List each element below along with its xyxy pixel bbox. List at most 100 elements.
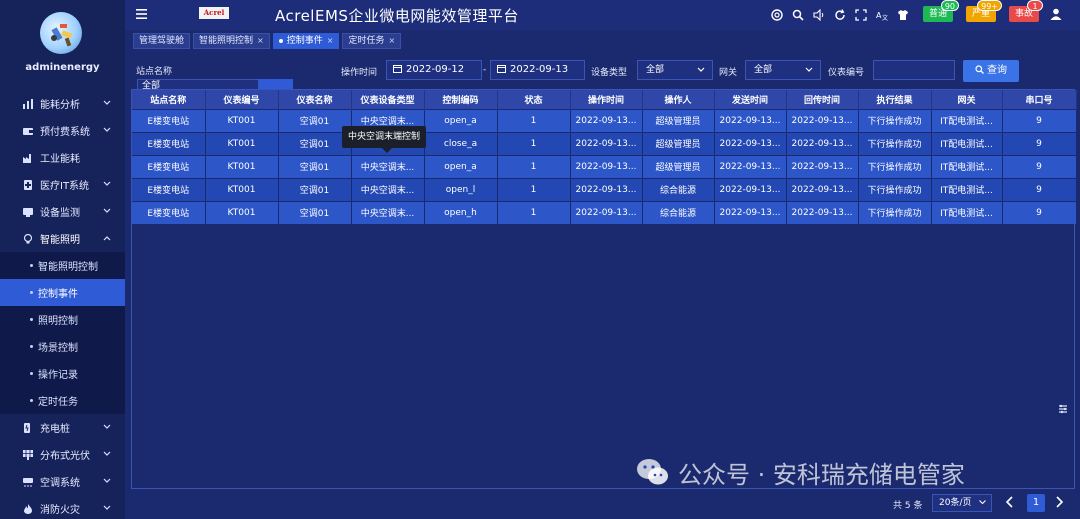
column-header[interactable]: 操作人 bbox=[642, 90, 715, 109]
alarm-serious-button[interactable]: 严重 99+ bbox=[966, 0, 1003, 22]
refresh-icon[interactable] bbox=[834, 9, 846, 21]
avatar[interactable] bbox=[40, 12, 82, 54]
chevron-down-icon bbox=[103, 478, 111, 483]
user-icon[interactable] bbox=[1050, 8, 1062, 20]
sidebar-item-device-monitor[interactable]: 设备监测 bbox=[0, 198, 125, 225]
bar-chart-icon bbox=[22, 98, 34, 110]
fullscreen-icon[interactable] bbox=[855, 9, 867, 21]
wallet-icon bbox=[22, 125, 34, 137]
close-icon[interactable]: × bbox=[327, 33, 334, 49]
device-type-value: 全部 bbox=[646, 65, 665, 75]
aircon-icon bbox=[22, 476, 34, 488]
tab-scheduled-tasks[interactable]: 定时任务 × bbox=[342, 33, 402, 49]
submenu-item-label: 场景控制 bbox=[38, 343, 78, 354]
tab-dashboard[interactable]: 管理驾驶舱 bbox=[133, 33, 191, 49]
alarm-accident-button[interactable]: 事故 1 bbox=[1009, 0, 1044, 22]
table-cell: 2022-09-13... bbox=[570, 200, 643, 224]
table-row[interactable]: E楼变电站 KT001 空调01 中央空调末... close_a 1 2022… bbox=[132, 131, 1077, 155]
monitor-icon bbox=[22, 206, 34, 218]
tab-lighting-control[interactable]: 智能照明控制 × bbox=[193, 33, 270, 49]
page-number-current[interactable]: 1 bbox=[1027, 494, 1045, 512]
table-cell: 2022-09-13... bbox=[714, 200, 787, 224]
translate-icon[interactable]: A文 bbox=[876, 9, 888, 21]
table-cell: IT配电测试... bbox=[931, 200, 1003, 224]
column-header[interactable]: 状态 bbox=[497, 90, 571, 109]
column-header[interactable]: 回传时间 bbox=[786, 90, 859, 109]
date-from-input[interactable]: 2022-09-12 bbox=[386, 60, 482, 80]
table-header-row: 站点名称 仪表编号 仪表名称 仪表设备类型 控制编码 状态 操作时间 操作人 发… bbox=[132, 90, 1077, 109]
submenu-item-lighting-control[interactable]: 智能照明控制 bbox=[0, 252, 125, 279]
table-cell: 9 bbox=[1002, 131, 1077, 155]
bullet-icon bbox=[30, 291, 33, 294]
gateway-select[interactable]: 全部 bbox=[745, 60, 821, 80]
search-icon[interactable] bbox=[792, 9, 804, 21]
table-cell: 1 bbox=[497, 200, 571, 224]
table-row[interactable]: E楼变电站 KT001 空调01 中央空调末... open_h 1 2022-… bbox=[132, 200, 1077, 224]
close-icon[interactable]: × bbox=[388, 33, 395, 49]
submenu-item-operation-log[interactable]: 操作记录 bbox=[0, 360, 125, 387]
sidebar-item-industrial[interactable]: 工业能耗 bbox=[0, 144, 125, 171]
chevron-down-icon bbox=[103, 451, 111, 456]
alarm-normal-button[interactable]: 普通 90 bbox=[923, 0, 960, 22]
tab-control-events[interactable]: 控制事件 × bbox=[272, 33, 340, 49]
active-dot-icon bbox=[278, 39, 283, 43]
app-title: AcrelEMS企业微电网能效管理平台 bbox=[275, 7, 519, 25]
tab-label: 智能照明控制 bbox=[199, 36, 254, 46]
pagination: 共 5 条 20条/页 1 bbox=[125, 489, 1080, 519]
column-header[interactable]: 控制编码 bbox=[424, 90, 498, 109]
column-header[interactable]: 执行结果 bbox=[858, 90, 932, 109]
table-cell: E楼变电站 bbox=[132, 131, 206, 155]
filter-bar: 站点名称 全部 操作时间 2022-09-12 - 2022-09-13 设备类… bbox=[125, 52, 1080, 91]
help-icon[interactable] bbox=[771, 9, 783, 21]
table-row[interactable]: E楼变电站 KT001 空调01 中央空调末... open_a 1 2022-… bbox=[132, 154, 1077, 178]
sidebar-item-solar[interactable]: 分布式光伏 bbox=[0, 441, 125, 468]
sidebar-item-prepaid[interactable]: 预付费系统 bbox=[0, 117, 125, 144]
control-events-table: 站点名称 仪表编号 仪表名称 仪表设备类型 控制编码 状态 操作时间 操作人 发… bbox=[131, 89, 1077, 489]
submenu-item-control-events[interactable]: 控制事件 bbox=[0, 279, 125, 306]
column-header[interactable]: 发送时间 bbox=[714, 90, 787, 109]
sidebar-item-aircon[interactable]: 空调系统 bbox=[0, 468, 125, 495]
page-size-select[interactable]: 20条/页 bbox=[932, 494, 992, 512]
column-header[interactable]: 站点名称 bbox=[132, 90, 206, 109]
volume-icon[interactable] bbox=[813, 9, 825, 21]
table-cell: 空调01 bbox=[278, 154, 352, 178]
column-header[interactable]: 操作时间 bbox=[570, 90, 643, 109]
theme-shirt-icon[interactable] bbox=[897, 9, 909, 21]
query-button[interactable]: 查询 bbox=[963, 60, 1019, 82]
meter-number-input[interactable] bbox=[873, 60, 955, 80]
top-toolbar: A文 bbox=[771, 8, 909, 22]
table-cell: open_a bbox=[424, 108, 498, 132]
charger-icon bbox=[22, 422, 34, 434]
sidebar-item-energy-analysis[interactable]: 能耗分析 bbox=[0, 90, 125, 117]
table-row[interactable]: E楼变电站 KT001 空调01 中央空调末... open_l 1 2022-… bbox=[132, 177, 1077, 201]
hamburger-menu-icon[interactable] bbox=[136, 9, 147, 19]
table-cell: close_a bbox=[424, 131, 498, 155]
column-settings-icon[interactable] bbox=[1058, 404, 1068, 414]
submenu-item-light-control[interactable]: 照明控制 bbox=[0, 306, 125, 333]
table-row[interactable]: E楼变电站 KT001 空调01 中央空调末... open_a 1 2022-… bbox=[132, 108, 1077, 132]
sidebar-item-fire[interactable]: 消防火灾 bbox=[0, 495, 125, 519]
sidebar-menu: 能耗分析 预付费系统 工业能耗 医疗IT系统 设备监测 智能照明 智能照明控制 … bbox=[0, 90, 125, 519]
sidebar-item-label: 能耗分析 bbox=[40, 100, 80, 111]
table-cell: 2022-09-13... bbox=[786, 200, 859, 224]
column-header[interactable]: 仪表编号 bbox=[205, 90, 279, 109]
column-header[interactable]: 网关 bbox=[931, 90, 1003, 109]
table-cell: 超级管理员 bbox=[642, 154, 715, 178]
device-type-select[interactable]: 全部 bbox=[637, 60, 713, 80]
close-icon[interactable]: × bbox=[257, 33, 264, 49]
next-page-icon[interactable] bbox=[1054, 496, 1064, 508]
table-cell: 综合能源 bbox=[642, 200, 715, 224]
alarm-normal-count: 90 bbox=[940, 0, 960, 11]
page-size-value: 20条/页 bbox=[939, 498, 972, 508]
prev-page-icon[interactable] bbox=[1005, 496, 1015, 508]
sidebar-item-medical-it[interactable]: 医疗IT系统 bbox=[0, 171, 125, 198]
column-header[interactable]: 仪表设备类型 bbox=[351, 90, 425, 109]
submenu-item-scheduled-tasks[interactable]: 定时任务 bbox=[0, 387, 125, 414]
submenu-item-scene-control[interactable]: 场景控制 bbox=[0, 333, 125, 360]
sidebar-item-charger[interactable]: 充电桩 bbox=[0, 414, 125, 441]
sidebar-item-smart-lighting[interactable]: 智能照明 bbox=[0, 225, 125, 252]
table-cell: 2022-09-13... bbox=[786, 154, 859, 178]
date-to-input[interactable]: 2022-09-13 bbox=[490, 60, 585, 80]
column-header[interactable]: 串口号 bbox=[1002, 90, 1077, 109]
column-header[interactable]: 仪表名称 bbox=[278, 90, 352, 109]
